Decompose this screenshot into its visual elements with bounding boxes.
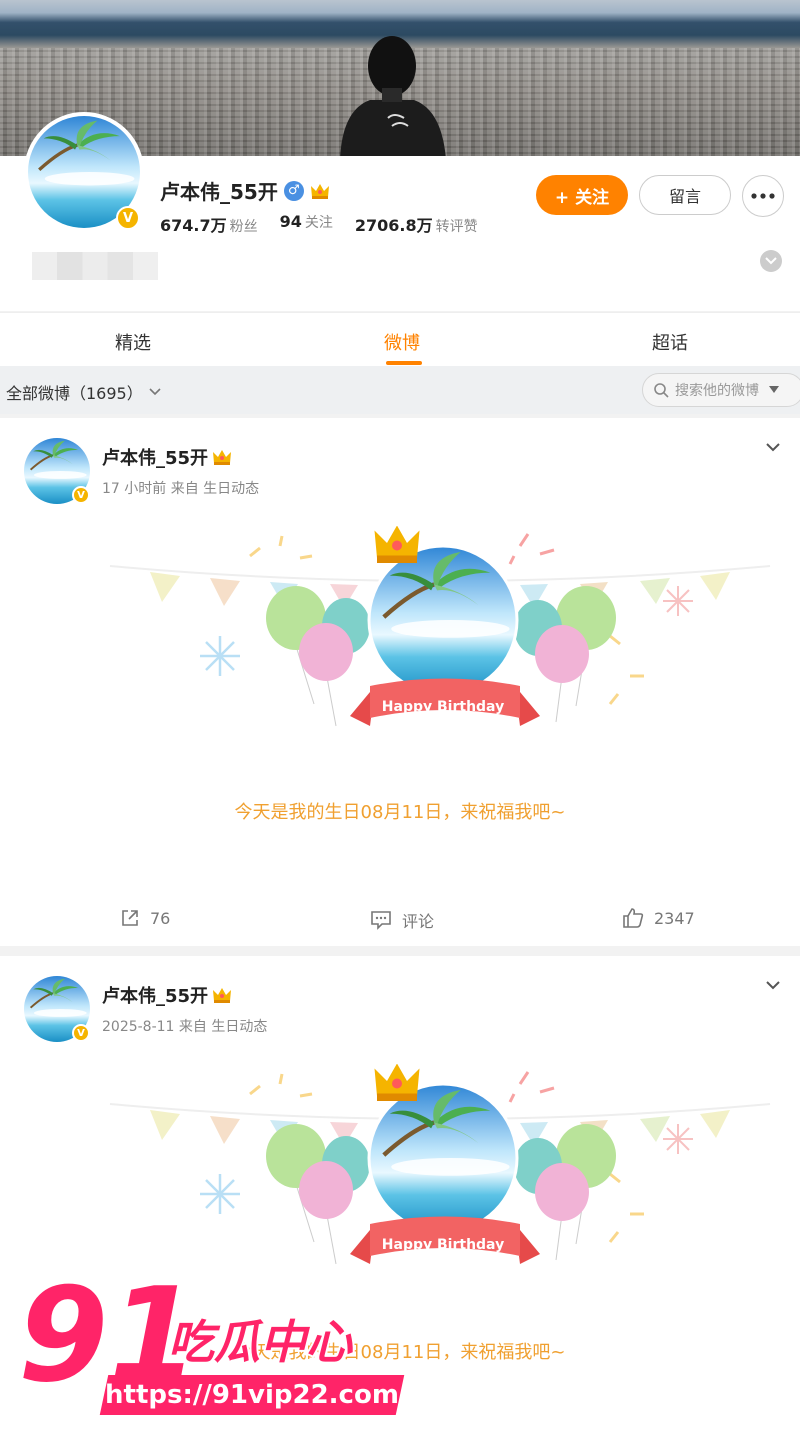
tab-weibo[interactable]: 微博	[384, 329, 420, 355]
expand-bio-button[interactable]	[760, 250, 782, 272]
profile-name: 卢本伟_55开	[160, 180, 278, 204]
chevron-down-icon	[149, 388, 161, 396]
follow-button[interactable]: + 关注	[536, 175, 628, 215]
following-label: 关注	[304, 215, 333, 231]
watermark-url-banner: https://91vip22.com	[99, 1375, 405, 1415]
search-posts-input[interactable]: 搜索他的微博	[642, 373, 800, 407]
post-card[interactable]: V 卢本伟_55开 17 小时前 来自 生日动态 Happy Birthday …	[0, 418, 800, 946]
active-tab-indicator	[386, 361, 422, 365]
post-author-row: 卢本伟_55开	[102, 982, 232, 1008]
followers-label: 粉丝	[229, 219, 258, 235]
engagement-label: 转评赞	[435, 219, 478, 235]
message-button[interactable]: 留言	[639, 175, 731, 215]
all-posts-label: 全部微博（1695）	[6, 384, 143, 403]
comment-icon	[371, 911, 391, 930]
post-menu-chevron-icon[interactable]	[764, 976, 782, 994]
comment-label: 评论	[402, 912, 435, 931]
post-meta: 2025-8-11 来自 生日动态	[102, 1019, 268, 1035]
repost-button[interactable]: 76	[120, 908, 170, 928]
all-posts-filter[interactable]: 全部微博（1695）	[6, 380, 161, 404]
tab-super-topic[interactable]: 超话	[652, 329, 688, 355]
dropdown-arrow-icon	[769, 386, 779, 393]
chevron-down-icon	[765, 257, 777, 265]
happy-birthday-banner: Happy Birthday	[382, 699, 504, 715]
post-actions: 76 评论 2347	[0, 908, 800, 932]
person-silhouette	[340, 36, 446, 160]
thumbs-up-icon	[623, 908, 644, 928]
profile-header: V 卢本伟_55开 ♂ 674.7万 粉丝 94 关注 2706.8万 转评赞 + 关…	[0, 112, 800, 311]
tab-featured[interactable]: 精选	[115, 329, 151, 355]
verified-badge-icon: V	[72, 1024, 90, 1042]
post-author[interactable]: 卢本伟_55开	[102, 444, 208, 470]
like-count: 2347	[654, 908, 695, 928]
post-author[interactable]: 卢本伟_55开	[102, 982, 208, 1008]
happy-birthday-banner: Happy Birthday	[382, 1237, 504, 1253]
post-author-row: 卢本伟_55开	[102, 444, 232, 470]
watermark-title: 吃瓜中心	[168, 1315, 354, 1369]
male-gender-icon: ♂	[283, 180, 304, 201]
crown-icon	[310, 182, 330, 200]
filter-bar: 全部微博（1695） 搜索他的微博	[0, 366, 800, 414]
comment-button[interactable]: 评论	[370, 908, 434, 932]
engagement-stat[interactable]: 2706.8万 转评赞	[355, 212, 478, 236]
post-meta: 17 小时前 来自 生日动态	[102, 481, 260, 497]
followers-stat[interactable]: 674.7万 粉丝	[160, 212, 258, 236]
crown-icon	[212, 448, 232, 466]
verified-badge-icon: V	[72, 486, 90, 504]
profile-tabs: 精选 微博 超话	[0, 312, 800, 366]
post-text: 今天是我的生日08月11日，来祝福我吧~	[234, 802, 566, 823]
post-menu-chevron-icon[interactable]	[764, 438, 782, 456]
search-icon	[654, 383, 669, 398]
followers-count: 674.7万	[160, 216, 227, 235]
birthday-card-image[interactable]: Happy Birthday	[100, 1064, 780, 1294]
crown-icon	[212, 986, 232, 1004]
following-stat[interactable]: 94 关注	[280, 212, 333, 236]
share-icon	[122, 910, 138, 926]
verified-badge-icon: V	[116, 206, 140, 230]
profile-stats: 674.7万 粉丝 94 关注 2706.8万 转评赞	[160, 212, 478, 236]
more-options-button[interactable]	[742, 175, 784, 217]
repost-count: 76	[150, 908, 171, 928]
search-placeholder: 搜索他的微博	[675, 383, 759, 399]
like-button[interactable]: 2347	[622, 908, 695, 928]
profile-name-row: 卢本伟_55开 ♂	[160, 176, 330, 205]
watermark-url: https://91vip22.com	[105, 1380, 399, 1410]
more-dots-icon	[751, 193, 775, 199]
following-count: 94	[279, 212, 302, 231]
blurred-bio	[32, 252, 158, 280]
birthday-card-image[interactable]: Happy Birthday	[100, 526, 780, 756]
engagement-count: 2706.8万	[354, 216, 433, 235]
